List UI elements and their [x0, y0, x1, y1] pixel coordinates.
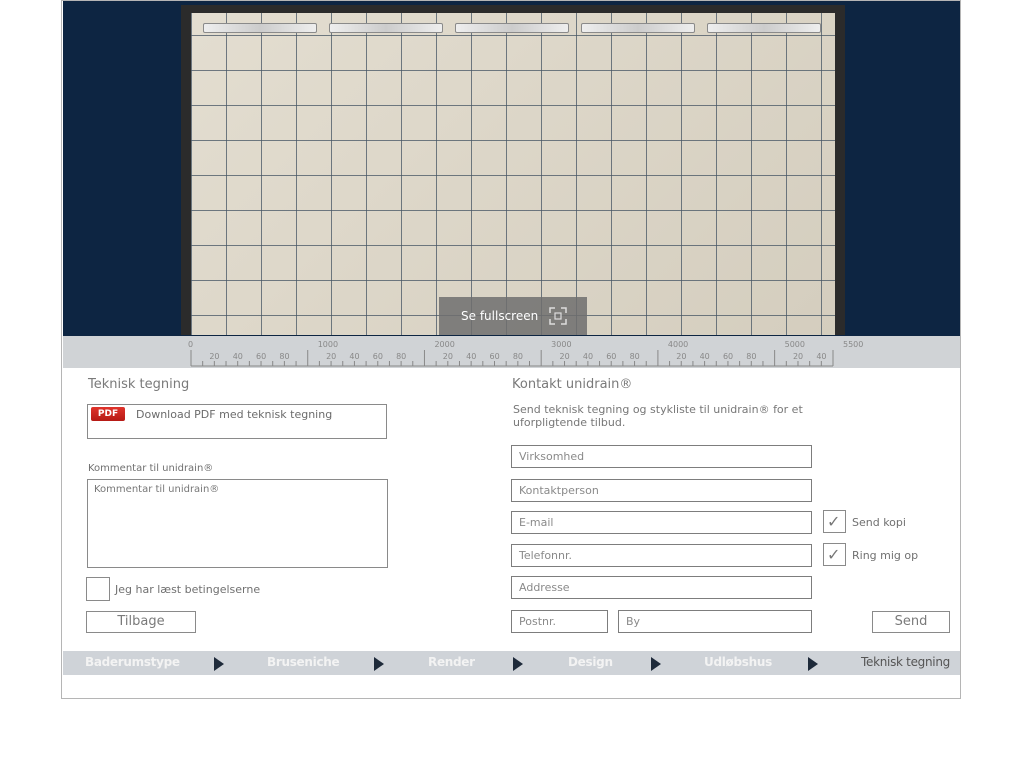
- ruler-minor-label: 20: [676, 352, 686, 361]
- ruler-scale: 0 1000 2000 3000 4000 5000 5500 20 40 60 80 20 40 60 8…: [188, 340, 863, 367]
- comment-textarea[interactable]: Kommentar til unidrain®: [87, 479, 388, 568]
- ruler-minor-label: 80: [746, 352, 756, 361]
- ruler-minor-label: 80: [396, 352, 406, 361]
- email-placeholder: E-mail: [519, 516, 554, 529]
- floor-tile-grid: [191, 13, 835, 335]
- zip-field[interactable]: Postnr.: [511, 610, 608, 633]
- ruler-minor-label: 60: [373, 352, 383, 361]
- measurement-ruler: 0 1000 2000 3000 4000 5000 5500 20 40 60 80 20 40 60 8…: [63, 336, 960, 368]
- ruler-minor-label: 40: [816, 352, 826, 361]
- step-arrow-icon: [374, 657, 384, 671]
- ruler-minor-label: 40: [349, 352, 359, 361]
- ruler-minor-label: 20: [209, 352, 219, 361]
- address-placeholder: Addresse: [519, 581, 570, 594]
- step-udlobshus[interactable]: Udløbshus: [704, 655, 772, 669]
- company-field[interactable]: Virksomhed: [511, 445, 812, 468]
- ruler-minor-label: 40: [700, 352, 710, 361]
- ruler-minor-label: 80: [279, 352, 289, 361]
- ruler-major-label: 5000: [785, 340, 805, 349]
- fullscreen-label: Se fullscreen: [461, 309, 539, 323]
- preview-stage: Se fullscreen: [63, 1, 960, 336]
- ruler-minor-label: 60: [256, 352, 266, 361]
- terms-checkbox[interactable]: [86, 577, 110, 601]
- ruler-minor-label: 80: [513, 352, 523, 361]
- ruler-minor-label: 20: [326, 352, 336, 361]
- drain-segment: [203, 23, 317, 33]
- pdf-icon: PDF: [91, 407, 125, 421]
- ruler-minor-label: 20: [443, 352, 453, 361]
- step-navigation: Baderumstype Bruseniche Render Design Ud…: [63, 651, 960, 675]
- ruler-minor-label: 40: [233, 352, 243, 361]
- drain-segment: [581, 23, 695, 33]
- address-field[interactable]: Addresse: [511, 576, 812, 599]
- email-field[interactable]: E-mail: [511, 511, 812, 534]
- zip-placeholder: Postnr.: [519, 615, 556, 628]
- technical-drawing-title: Teknisk tegning: [88, 377, 190, 392]
- comment-placeholder: Kommentar til unidrain®: [94, 484, 220, 495]
- city-field[interactable]: By: [618, 610, 812, 633]
- send-button[interactable]: Send: [872, 611, 950, 633]
- contact-description: Send teknisk tegning og stykliste til un…: [513, 403, 803, 429]
- ruler-minor-label: 80: [630, 352, 640, 361]
- ruler-minor-label: 20: [793, 352, 803, 361]
- contact-title: Kontakt unidrain®: [512, 377, 633, 392]
- ruler-major-label: 3000: [551, 340, 571, 349]
- call-me-checkbox[interactable]: ✓: [823, 543, 846, 566]
- drain-segments: [203, 23, 835, 33]
- ruler-minor-label: 40: [466, 352, 476, 361]
- fullscreen-button[interactable]: Se fullscreen: [439, 297, 587, 335]
- step-baderumstype[interactable]: Baderumstype: [85, 655, 180, 669]
- pdf-download-link[interactable]: PDF Download PDF med teknisk tegning: [87, 404, 387, 439]
- step-arrow-icon: [651, 657, 661, 671]
- step-bruseniche[interactable]: Bruseniche: [267, 655, 340, 669]
- ruler-major-label: 4000: [668, 340, 688, 349]
- checkmark-icon: ✓: [827, 545, 841, 564]
- ruler-minor-label: 40: [583, 352, 593, 361]
- ruler-minor-label: 60: [723, 352, 733, 361]
- contact-description-line: uforpligtende tilbud.: [513, 416, 626, 429]
- call-me-label: Ring mig op: [852, 549, 919, 562]
- send-copy-checkbox[interactable]: ✓: [823, 510, 846, 533]
- floor-preview: Se fullscreen: [181, 5, 845, 335]
- ruler-minor-label: 60: [489, 352, 499, 361]
- step-arrow-icon: [808, 657, 818, 671]
- ruler-minor-label: 20: [560, 352, 570, 361]
- ruler-major-label: 1000: [318, 340, 338, 349]
- send-copy-label: Send kopi: [852, 516, 906, 529]
- comment-label: Kommentar til unidrain®: [88, 463, 214, 474]
- drain-segment: [329, 23, 443, 33]
- ruler-minor-label: 60: [606, 352, 616, 361]
- pdf-download-label: Download PDF med teknisk tegning: [136, 408, 333, 421]
- drain-segment: [455, 23, 569, 33]
- contact-description-line: Send teknisk tegning og stykliste til un…: [513, 403, 803, 416]
- step-arrow-icon: [513, 657, 523, 671]
- company-placeholder: Virksomhed: [519, 450, 585, 463]
- back-button[interactable]: Tilbage: [86, 611, 196, 633]
- ruler-major-label: 5500: [843, 340, 863, 349]
- drain-segment: [707, 23, 821, 33]
- step-design[interactable]: Design: [568, 655, 613, 669]
- terms-label: Jeg har læst betingelserne: [115, 583, 261, 596]
- checkmark-icon: ✓: [827, 512, 841, 531]
- configurator-frame: Se fullscreen 0 1000 2000 3000 4000 5000 5500 2…: [61, 0, 961, 699]
- city-placeholder: By: [626, 615, 641, 628]
- ruler-major-label: 0: [188, 340, 193, 349]
- phone-placeholder: Telefonnr.: [519, 549, 572, 562]
- ruler-major-label: 2000: [434, 340, 454, 349]
- contact-person-placeholder: Kontaktperson: [519, 484, 599, 497]
- expand-icon: [549, 307, 567, 325]
- contact-person-field[interactable]: Kontaktperson: [511, 479, 812, 502]
- step-render[interactable]: Render: [428, 655, 475, 669]
- step-teknisk-tegning[interactable]: Teknisk tegning: [861, 655, 950, 669]
- phone-field[interactable]: Telefonnr.: [511, 544, 812, 567]
- step-arrow-icon: [214, 657, 224, 671]
